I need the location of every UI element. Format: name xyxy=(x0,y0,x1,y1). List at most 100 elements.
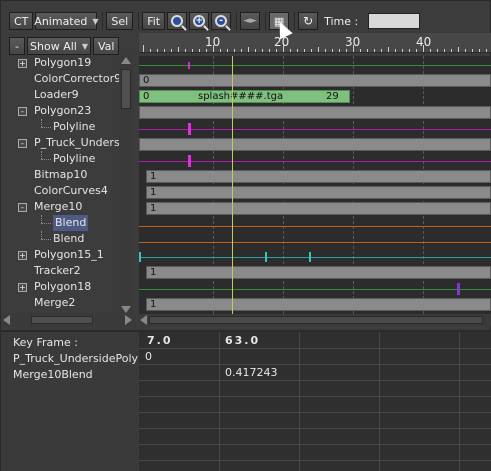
ruler-tick xyxy=(227,49,228,52)
tree-horizontal-scrollbar[interactable] xyxy=(1,313,136,327)
ruler-tick xyxy=(479,49,480,52)
tree-item[interactable]: Loader9 xyxy=(1,87,119,103)
time-ruler[interactable]: 10 20 30 40 xyxy=(139,33,491,53)
tree-item[interactable]: Blend xyxy=(1,215,119,231)
track-bar[interactable]: 1 xyxy=(146,202,491,215)
track-polyline-1[interactable] xyxy=(139,122,491,136)
tree-item[interactable]: + Polygon18 xyxy=(1,279,119,295)
track-bar[interactable]: 1 xyxy=(146,170,491,183)
track-bar[interactable]: 1 xyxy=(146,266,491,279)
ruler-tick xyxy=(465,49,466,52)
track-line xyxy=(139,161,491,162)
tree-item[interactable]: ColorCorrector9 xyxy=(1,71,119,87)
track-start-label: 0 xyxy=(143,75,150,86)
track-blend-1[interactable] xyxy=(139,218,491,232)
zoom-out-button[interactable]: - xyxy=(211,12,232,30)
keyframe-header-cell[interactable]: 7.0 xyxy=(147,334,173,347)
track-merge2[interactable]: 1 xyxy=(139,298,491,312)
fit-button[interactable]: Fit xyxy=(142,12,166,30)
key-frame-label: Key Frame : xyxy=(13,336,78,349)
tree-item[interactable]: Merge2 xyxy=(1,295,119,311)
tree-item[interactable]: ColorCurves4 xyxy=(1,183,119,199)
loop-button[interactable]: ↻ xyxy=(298,12,319,30)
scroll-left-icon[interactable] xyxy=(3,315,10,325)
tree-vertical-scrollbar[interactable] xyxy=(119,55,133,315)
keyframe-marker[interactable] xyxy=(188,123,191,135)
expand-icon[interactable]: + xyxy=(18,251,27,260)
track-polygon19[interactable] xyxy=(139,58,491,72)
sel-button[interactable]: Sel xyxy=(106,12,134,30)
track-polyline-2[interactable] xyxy=(139,154,491,168)
scroll-thumb[interactable] xyxy=(149,316,483,324)
zoom-in-button[interactable]: + xyxy=(189,12,210,30)
track-polygon23[interactable] xyxy=(139,106,491,120)
tree-item[interactable]: Polyline xyxy=(1,151,119,167)
collapse-icon[interactable]: - xyxy=(18,139,27,148)
track-bar[interactable] xyxy=(139,106,491,119)
expand-icon[interactable]: + xyxy=(18,59,27,68)
track-start-label: 1 xyxy=(150,299,157,310)
timeline-horizontal-scrollbar[interactable] xyxy=(139,314,491,326)
scroll-right-icon[interactable] xyxy=(125,315,132,325)
step-arrows-button[interactable]: ◄► xyxy=(240,12,261,30)
track-blend-2[interactable] xyxy=(139,234,491,248)
scroll-thumb[interactable] xyxy=(121,69,131,109)
tree-item[interactable]: Tracker2 xyxy=(1,263,119,279)
tree-item[interactable]: Bitmap10 xyxy=(1,167,119,183)
track-merge10[interactable]: 1 xyxy=(139,202,491,216)
track-line xyxy=(139,289,491,290)
tree-item-label: Merge2 xyxy=(34,296,76,309)
ruler-tick xyxy=(276,49,277,52)
scroll-thumb[interactable] xyxy=(31,316,93,324)
show-all-dropdown[interactable]: Show All ▼ xyxy=(27,37,91,55)
ct-button[interactable]: CT xyxy=(9,12,34,30)
expand-icon[interactable]: + xyxy=(18,283,27,292)
track-bar[interactable] xyxy=(139,138,491,151)
collapse-icon[interactable]: - xyxy=(18,107,27,116)
tree-item[interactable]: + Polygon15_1 xyxy=(1,247,119,263)
val-button[interactable]: Val xyxy=(93,37,120,55)
keyframe-marker[interactable] xyxy=(188,62,190,69)
spreadsheet-grid[interactable]: 7.0 63.0 0 0.417243 xyxy=(139,332,491,471)
track-tracker2[interactable]: 1 xyxy=(139,266,491,280)
animated-dropdown[interactable]: Animated ▼ xyxy=(34,12,99,30)
scroll-left-icon[interactable] xyxy=(140,315,147,325)
track-p-truck[interactable] xyxy=(139,138,491,152)
value-cell[interactable]: 0 xyxy=(145,350,152,363)
track-bar[interactable]: 1 xyxy=(146,298,491,311)
value-cell[interactable]: 0.417243 xyxy=(225,366,278,379)
toolbar-separator xyxy=(265,12,267,30)
ruler-tick xyxy=(325,49,326,52)
time-input[interactable] xyxy=(368,13,421,29)
collapse-button[interactable]: - xyxy=(9,37,25,55)
keyframe-header-cell[interactable]: 63.0 xyxy=(225,334,260,347)
tree-item[interactable]: + Polygon19 xyxy=(1,55,119,71)
track-bar[interactable]: 0 xyxy=(139,74,491,87)
track-loader9[interactable]: 0 splash####.tga 29 xyxy=(139,90,491,104)
loader-clip-bar[interactable]: 0 splash####.tga 29 xyxy=(139,90,350,103)
zoom-button[interactable] xyxy=(167,12,188,30)
scroll-down-icon[interactable] xyxy=(121,306,131,313)
keyframe-marker[interactable] xyxy=(309,252,311,262)
keyframe-marker[interactable] xyxy=(265,252,267,262)
track-polygon15-1[interactable] xyxy=(139,250,491,264)
current-time-line[interactable] xyxy=(232,56,233,314)
tree-item[interactable]: -P_Truck_Undersic xyxy=(1,135,119,151)
keyframe-marker[interactable] xyxy=(188,155,191,167)
timeline-tracks[interactable]: 0 0 splash####.tga 29 1 1 1 1 1 xyxy=(139,56,491,314)
scroll-up-icon[interactable] xyxy=(121,57,131,64)
tree-item[interactable]: - Polygon23 xyxy=(1,103,119,119)
ruler-tick xyxy=(444,49,445,52)
tree-item[interactable]: Blend xyxy=(1,231,119,247)
tree-item[interactable]: - Merge10 xyxy=(1,199,119,215)
tree-item[interactable]: Polyline xyxy=(1,119,119,135)
track-bitmap10[interactable]: 1 xyxy=(139,170,491,184)
keyframe-marker[interactable] xyxy=(139,252,141,262)
track-bar[interactable]: 1 xyxy=(146,186,491,199)
grid-row-divider xyxy=(139,412,491,413)
track-polygon18[interactable] xyxy=(139,282,491,296)
track-colorcurves4[interactable]: 1 xyxy=(139,186,491,200)
keyframe-marker[interactable] xyxy=(457,283,460,295)
track-colorcorrector9[interactable]: 0 xyxy=(139,74,491,88)
collapse-icon[interactable]: - xyxy=(18,203,27,212)
